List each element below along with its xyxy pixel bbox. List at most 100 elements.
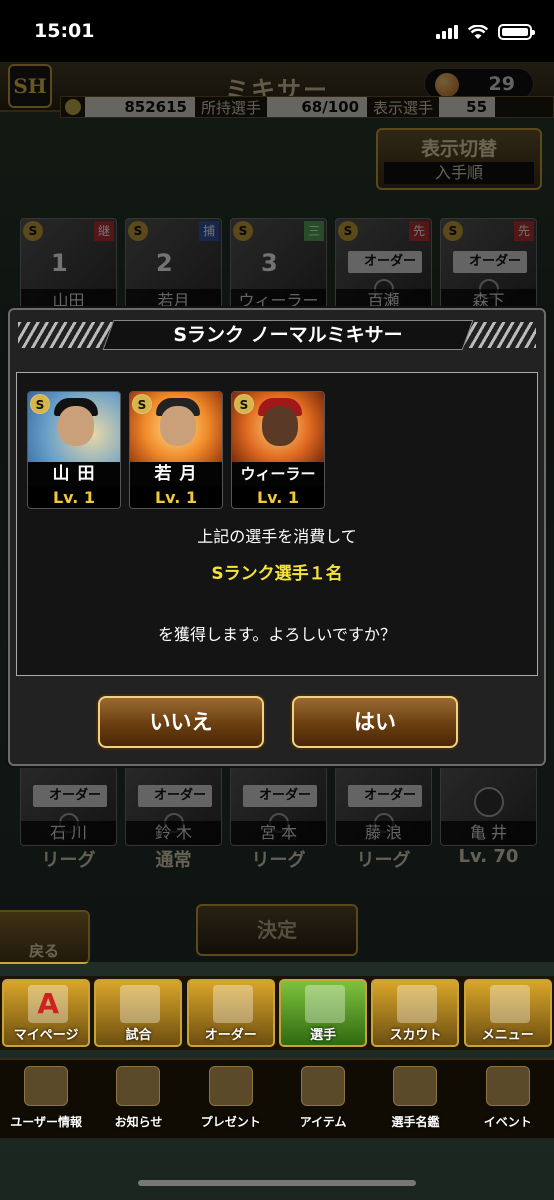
confirm-message: 上記の選手を消費して: [197, 527, 357, 546]
nav-scout[interactable]: スカウト: [371, 979, 460, 1047]
nav-game[interactable]: 試合: [94, 979, 183, 1047]
player-card[interactable]: オーダー 宮 本: [230, 766, 327, 846]
player-name: ウィーラー: [232, 462, 324, 486]
card-row-1: S 継 1 山田 S 捕 2 若月 S 三 3 ウィーラー S 先 オーダー 百…: [20, 218, 540, 314]
order-tag: オーダー: [348, 251, 422, 273]
nav-item[interactable]: アイテム: [279, 1064, 367, 1134]
back-button[interactable]: 戻る: [0, 910, 90, 964]
position-badge: 捕: [199, 221, 219, 241]
selection-number: 3: [261, 249, 278, 277]
nav-label: 選手名鑑: [391, 1115, 440, 1129]
info-bar: 852615 所持選手 68/100 表示選手 55: [60, 96, 554, 118]
nav-label: イベント: [483, 1115, 532, 1129]
status-time: 15:01: [34, 20, 95, 42]
order-tag: オーダー: [243, 785, 317, 807]
position-badge: 先: [514, 221, 534, 241]
nav-mypage[interactable]: A マイページ: [2, 979, 91, 1047]
nav-label: スカウト: [389, 1028, 442, 1043]
nav-event[interactable]: イベント: [464, 1064, 552, 1134]
a-logo-icon: A: [28, 985, 69, 1023]
nav-label: オーダー: [204, 1028, 257, 1043]
no-button[interactable]: いいえ: [98, 696, 264, 748]
user-info-icon: [24, 1066, 69, 1106]
reward-highlight: Sランク選手１名: [211, 564, 343, 584]
nav-news[interactable]: お知らせ: [94, 1064, 182, 1134]
nav-label: メニュー: [481, 1028, 534, 1043]
status-bar: 15:01: [0, 0, 554, 62]
nav-menu[interactable]: メニュー: [463, 979, 552, 1047]
fire-ball-icon: [435, 73, 459, 97]
signal-icon: [436, 25, 458, 39]
card-row-2: オーダー 石 川 オーダー 鈴 木 オーダー 宮 本 オーダー 藤 浪 亀 井: [20, 766, 540, 846]
gift-icon: [208, 1066, 253, 1106]
sub-nav: ユーザー情報 お知らせ プレゼント アイテム 選手名鑑 イベント: [0, 1058, 554, 1138]
yes-button[interactable]: はい: [292, 696, 458, 748]
nav-label: プレゼント: [200, 1115, 261, 1129]
view-switch-value: 入手順: [384, 162, 534, 184]
stadium-icon: [120, 985, 161, 1023]
menu-character-icon: [489, 985, 530, 1023]
player-card[interactable]: オーダー 藤 浪: [335, 766, 432, 846]
player-card[interactable]: 亀 井: [440, 766, 537, 846]
mixer-confirm-dialog: Sランク ノーマルミキサー S 山 田 Lv. 1 S 若 月 Lv. 1 S …: [8, 308, 546, 766]
card-sublabel: リーグ: [251, 850, 306, 871]
nav-player-catalog[interactable]: 選手名鑑: [371, 1064, 459, 1134]
player-name: 藤 浪: [336, 821, 431, 845]
position-badge: 継: [94, 221, 114, 241]
selection-number: 2: [156, 249, 173, 277]
player-card[interactable]: S 先 オーダー 森下: [440, 218, 537, 314]
coin-icon: [65, 99, 81, 115]
nav-present[interactable]: プレゼント: [187, 1064, 275, 1134]
scout-board-icon: [397, 985, 438, 1023]
lock-icon: [474, 787, 504, 817]
rank-badge: S: [234, 394, 254, 414]
rank-badge: S: [233, 221, 253, 241]
nav-label: ユーザー情報: [10, 1115, 83, 1129]
rank-badge: S: [128, 221, 148, 241]
main-nav: A マイページ 試合 オーダー 選手 スカウト メニュー: [0, 976, 554, 1050]
view-switch-label: 表示切替: [420, 138, 497, 160]
owned-label: 所持選手: [201, 98, 262, 117]
player-card[interactable]: オーダー 鈴 木: [125, 766, 222, 846]
card-sublabel: 通常: [155, 850, 192, 871]
catalog-icon: [393, 1066, 438, 1106]
rank-badge: S: [23, 221, 43, 241]
player-card[interactable]: S 捕 2 若月: [125, 218, 222, 314]
player-name: 亀 井: [441, 821, 536, 845]
nav-label: 選手: [310, 1028, 337, 1043]
decide-button[interactable]: 決定: [196, 904, 358, 956]
player-card[interactable]: オーダー 石 川: [20, 766, 117, 846]
display-label: 表示選手: [373, 98, 434, 117]
consumed-player-card: S 山 田 Lv. 1: [27, 391, 121, 509]
nav-user-info[interactable]: ユーザー情報: [2, 1064, 90, 1134]
nav-label: 試合: [125, 1028, 152, 1043]
order-tag: オーダー: [33, 785, 107, 807]
player-card[interactable]: S 先 オーダー 百瀬: [335, 218, 432, 314]
player-name: 山 田: [28, 462, 120, 486]
player-name: 鈴 木: [126, 821, 221, 845]
wifi-icon: [468, 24, 488, 39]
dialog-title-frame: Sランク ノーマルミキサー: [102, 320, 474, 350]
selection-number: 1: [51, 249, 68, 277]
news-icon: [116, 1066, 161, 1106]
order-tag: オーダー: [348, 785, 422, 807]
confirm-question: を獲得します。よろしいですか？: [158, 625, 396, 644]
player-card[interactable]: S 三 3 ウィーラー: [230, 218, 327, 314]
nav-label: アイテム: [299, 1115, 347, 1129]
card-row-2-sublabels: リーグ 通常 リーグ リーグ Lv. 70: [20, 846, 540, 872]
nav-order[interactable]: オーダー: [186, 979, 275, 1047]
player-card[interactable]: S 継 1 山田: [20, 218, 117, 314]
player-name: 石 川: [21, 821, 116, 845]
position-badge: 三: [304, 221, 324, 241]
nav-label: お知らせ: [114, 1115, 163, 1129]
card-sublabel: リーグ: [356, 850, 411, 871]
view-switch-button[interactable]: 表示切替 入手順: [376, 128, 542, 190]
nav-players[interactable]: 選手: [279, 979, 368, 1047]
player-level: Lv. 1: [28, 486, 120, 508]
battery-icon: [498, 24, 535, 40]
position-badge: 先: [409, 221, 429, 241]
rank-badge: S: [338, 221, 358, 241]
status-icons: [436, 24, 535, 40]
display-value: 55: [439, 97, 496, 117]
consumed-player-card: S ウィーラー Lv. 1: [231, 391, 325, 509]
